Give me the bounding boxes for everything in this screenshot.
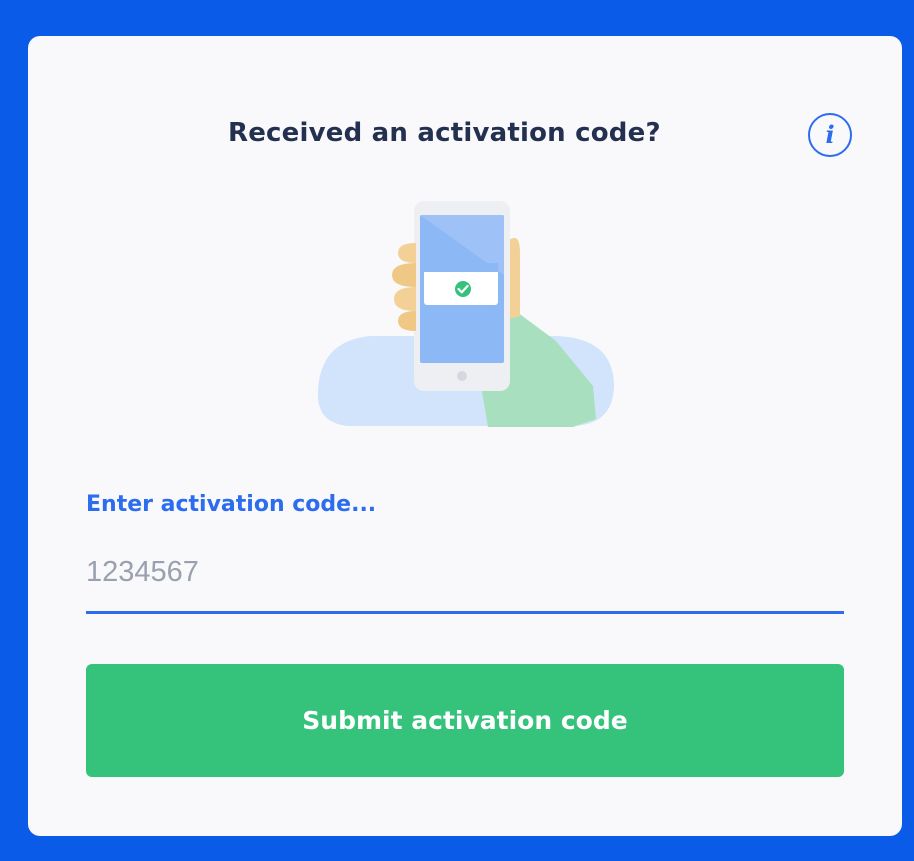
- activation-code-input[interactable]: [86, 544, 844, 614]
- code-field-label: Enter activation code...: [86, 492, 377, 517]
- hand-finger-3: [394, 287, 416, 311]
- info-icon-glyph: i: [825, 120, 835, 149]
- hand-finger-4: [398, 311, 416, 331]
- activation-card: Received an activation code? i Enter act…: [28, 36, 902, 836]
- hand-finger-1: [398, 243, 416, 263]
- info-icon[interactable]: i: [808, 113, 852, 157]
- phone-home-button: [457, 371, 467, 381]
- screen-card-header: [424, 263, 498, 272]
- submit-activation-button[interactable]: Submit activation code: [86, 664, 844, 777]
- phone-illustration: [317, 201, 614, 427]
- page-title: Received an activation code?: [228, 118, 661, 148]
- hand-finger-2: [392, 263, 416, 287]
